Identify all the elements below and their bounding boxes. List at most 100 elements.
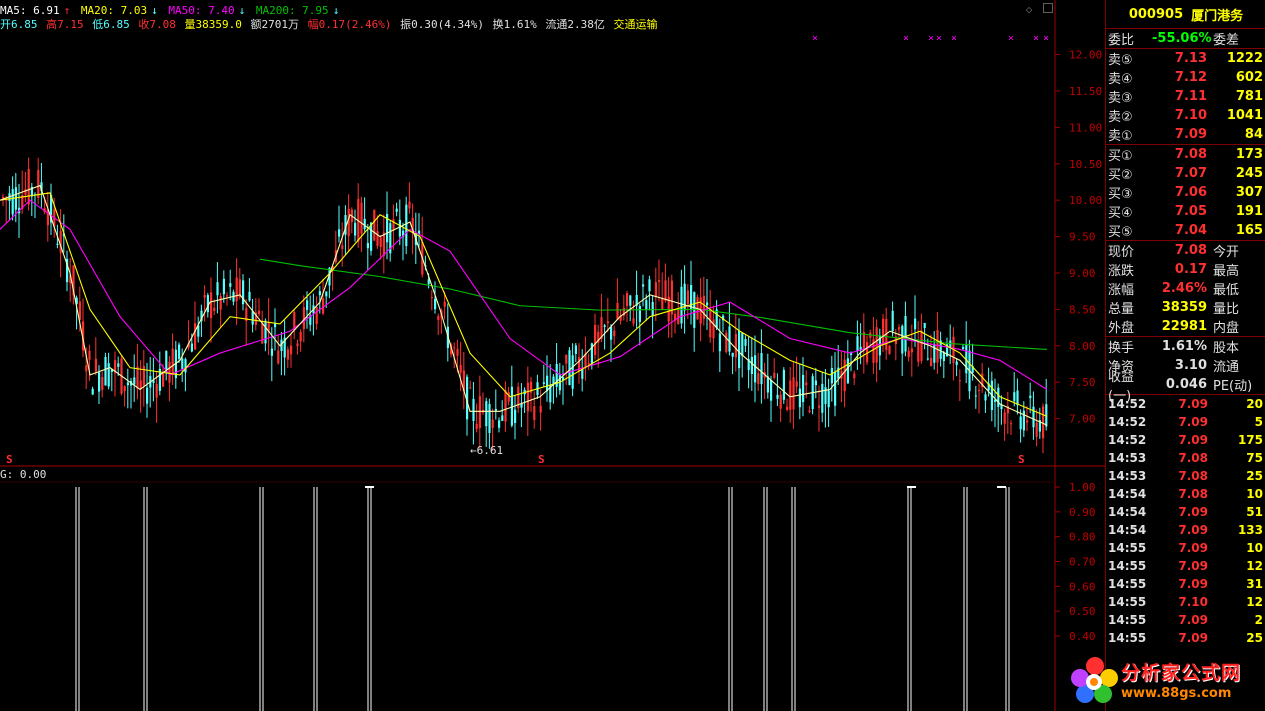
- bid-row-price: 7.06: [1174, 185, 1207, 200]
- candle-body: [347, 208, 350, 237]
- candle-body: [123, 386, 126, 392]
- stat-row: 外盘 22981 内盘: [1106, 317, 1265, 336]
- candle-body: [171, 348, 174, 375]
- candle-body: [773, 372, 776, 378]
- sub-axis-label: 0.40: [1069, 630, 1096, 643]
- candle-body: [494, 408, 497, 411]
- tick-time: 14:54: [1108, 487, 1147, 501]
- candle-body: [770, 380, 773, 401]
- tick-volume: 133: [1237, 523, 1263, 537]
- candle-body: [235, 277, 238, 302]
- candle-body: [818, 405, 821, 408]
- stat2-row-label2: 股本: [1213, 341, 1240, 356]
- bid-row-label: 买①: [1108, 149, 1133, 164]
- tick-volume: 20: [1246, 397, 1263, 411]
- candle-body: [222, 278, 225, 295]
- quote-sector[interactable]: 交通运输: [613, 18, 657, 31]
- candle-body: [85, 365, 88, 372]
- candle-body: [98, 372, 101, 392]
- candle-body: [24, 189, 27, 195]
- candle-body: [504, 390, 507, 422]
- tick-volume: 175: [1237, 433, 1263, 447]
- candle-body: [754, 355, 757, 383]
- tick-volume: 25: [1246, 631, 1263, 645]
- stat2-row: 换手 1.61% 股本: [1106, 337, 1265, 356]
- bid-row-price: 7.08: [1174, 147, 1207, 162]
- candle-body: [434, 298, 437, 310]
- stat-row: 涨幅 2.46% 最低: [1106, 279, 1265, 298]
- buy-mark-icon: ×: [951, 33, 957, 44]
- ma50-arrow-icon: ↓: [238, 4, 246, 17]
- candle-body: [962, 346, 965, 350]
- candle-body: [56, 243, 59, 245]
- weibi-label: 委比: [1108, 33, 1135, 48]
- tick-volume: 5: [1254, 415, 1263, 429]
- tick-row: 14:54 7.08 10: [1106, 485, 1265, 503]
- tick-volume: 12: [1246, 559, 1263, 573]
- candle-body: [498, 420, 501, 428]
- candle-body: [891, 310, 894, 332]
- tick-row: 14:53 7.08 25: [1106, 467, 1265, 485]
- price-axis-label: 10.50: [1069, 158, 1102, 171]
- candle-body: [603, 325, 606, 327]
- tick-row: 14:53 7.08 75: [1106, 449, 1265, 467]
- tick-row: 14:55 7.09 2: [1106, 611, 1265, 629]
- price-axis-label: 8.50: [1069, 303, 1096, 316]
- low-price-marker: ←6.61: [470, 444, 503, 457]
- ask-row-volume: 602: [1235, 70, 1263, 85]
- tick-time: 14:55: [1108, 595, 1147, 609]
- tick-time: 14:54: [1108, 505, 1147, 519]
- candle-body: [712, 319, 715, 339]
- candle-body: [126, 382, 129, 386]
- ma5-arrow-icon: ↑: [63, 4, 71, 17]
- candle-body: [654, 282, 657, 298]
- candle-body: [882, 318, 885, 345]
- tick-price: 7.09: [1178, 541, 1208, 555]
- candle-body: [853, 373, 856, 379]
- candle-body: [1029, 395, 1032, 399]
- ask-row-price: 7.09: [1174, 127, 1207, 142]
- tick-list[interactable]: 14:52 7.09 20 14:52 7.09 5 14:52 7.09 175 14:53 7.…: [1106, 394, 1265, 647]
- candle-body: [606, 321, 609, 324]
- candle-body: [373, 209, 376, 241]
- candle-body: [318, 291, 321, 295]
- tick-time: 14:55: [1108, 541, 1147, 555]
- candle-body: [718, 333, 721, 352]
- candle-body: [936, 329, 939, 363]
- candle-body: [776, 394, 779, 399]
- candle-body: [786, 406, 789, 410]
- stock-name: 厦门港务: [1191, 8, 1244, 24]
- tick-volume: 75: [1246, 451, 1263, 465]
- diamond-icon[interactable]: ◇: [1026, 3, 1033, 16]
- stock-code: 000905: [1128, 6, 1184, 22]
- candle-body: [181, 358, 184, 369]
- candle-body: [814, 380, 817, 386]
- candle-body: [379, 237, 382, 248]
- tick-time: 14:55: [1108, 577, 1147, 591]
- buy-mark-icon: ×: [1008, 33, 1014, 44]
- kline-chart[interactable]: 12.00 11.50 11.00 10.50 10.00 9.50 9.00 8.50 8.0…: [0, 0, 1105, 711]
- quote-close: 收7.08: [138, 18, 176, 31]
- tick-time: 14:53: [1108, 469, 1147, 483]
- candle-body: [178, 344, 181, 359]
- window-box-icon[interactable]: [1043, 3, 1053, 13]
- chart-canvas[interactable]: 12.00 11.50 11.00 10.50 10.00 9.50 9.00 8.50 8.0…: [0, 0, 1105, 711]
- ask-row-price: 7.12: [1174, 70, 1207, 85]
- candle-body: [1032, 406, 1035, 428]
- ma20-label: MA20: 7.03: [80, 4, 148, 17]
- candle-body: [539, 405, 542, 413]
- candle-body: [1019, 416, 1022, 430]
- quote-open: 开6.85: [0, 18, 38, 31]
- candle-body: [843, 359, 846, 392]
- stat-row-label2: 最高: [1213, 264, 1240, 279]
- tick-row: 14:55 7.09 31: [1106, 575, 1265, 593]
- tick-row: 14:52 7.09 5: [1106, 413, 1265, 431]
- candle-body: [1026, 420, 1029, 423]
- candle-body: [117, 363, 120, 367]
- ma200-arrow-icon: ↓: [332, 4, 340, 17]
- stat-row-value: 0.17: [1174, 262, 1207, 277]
- ask-row: 卖③ 7.11 781: [1106, 87, 1265, 106]
- stat-row-label: 总量: [1108, 302, 1135, 317]
- ask-row-volume: 1222: [1226, 51, 1263, 66]
- candle-body: [398, 219, 401, 237]
